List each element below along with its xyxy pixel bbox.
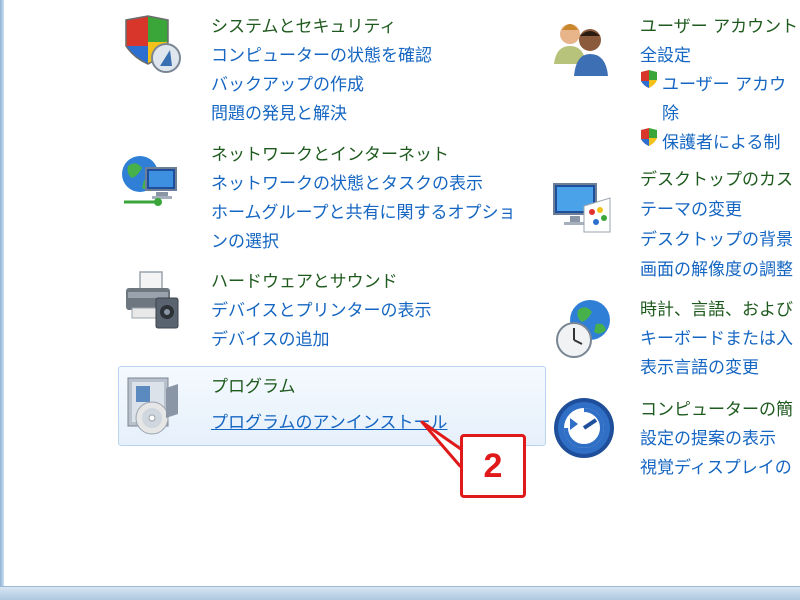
link-all-settings[interactable]: 全設定: [640, 41, 691, 66]
category-title-programs[interactable]: プログラム: [211, 372, 296, 397]
category-title-system-security[interactable]: システムとセキュリティ: [211, 12, 396, 37]
category-title-clock-language[interactable]: 時計、言語、および: [640, 295, 793, 320]
link-homegroup-sharing-options[interactable]: ホームグループと共有に関するオプショ: [211, 198, 515, 223]
link-parental-controls[interactable]: 保護者による制: [662, 128, 781, 153]
programs-disc-icon[interactable]: [122, 374, 186, 438]
category-title-hardware-sound[interactable]: ハードウェアとサウンド: [211, 267, 398, 292]
link-homegroup-sharing-options-cont[interactable]: ンの選択: [211, 227, 279, 252]
link-check-computer-status[interactable]: コンピューターの状態を確認: [211, 41, 432, 66]
window-bottom-border: [0, 586, 800, 600]
uac-shield-icon: [640, 128, 658, 148]
link-screen-resolution[interactable]: 画面の解像度の調整: [640, 255, 793, 280]
category-title-desktop-customization[interactable]: デスクトップのカス: [640, 165, 793, 190]
link-visual-display[interactable]: 視覚ディスプレイの: [640, 453, 792, 478]
link-user-account-change[interactable]: ユーザー アカウ: [662, 70, 786, 95]
control-panel-window: システムとセキュリティ コンピューターの状態を確認 バックアップの作成 問題の発…: [0, 0, 800, 600]
link-desktop-background[interactable]: デスクトップの背景: [640, 225, 793, 250]
ease-of-access-icon[interactable]: [552, 396, 616, 460]
printer-speaker-icon[interactable]: [118, 268, 182, 332]
link-display-language[interactable]: 表示言語の変更: [640, 353, 759, 378]
shield-icon[interactable]: [118, 14, 182, 78]
link-add-device[interactable]: デバイスの追加: [211, 325, 330, 350]
step-callout: 2: [460, 434, 526, 498]
link-devices-printers[interactable]: デバイスとプリンターの表示: [211, 296, 432, 321]
link-user-account-change-cont[interactable]: 除: [662, 99, 679, 124]
link-create-backup[interactable]: バックアップの作成: [211, 70, 364, 95]
link-uninstall-program[interactable]: プログラムのアンインストール: [211, 408, 447, 433]
network-globe-icon[interactable]: [118, 150, 182, 214]
uac-shield-icon: [640, 70, 658, 90]
category-title-user-accounts[interactable]: ユーザー アカウント: [640, 12, 798, 37]
category-title-network-internet[interactable]: ネットワークとインターネット: [211, 140, 449, 165]
category-title-ease-of-access[interactable]: コンピューターの簡: [640, 395, 793, 420]
desktop-paint-icon[interactable]: [550, 176, 614, 240]
link-network-status-tasks[interactable]: ネットワークの状態とタスクの表示: [211, 169, 483, 194]
link-suggested-settings[interactable]: 設定の提案の表示: [640, 424, 776, 449]
step-number: 2: [483, 447, 503, 485]
clock-globe-icon[interactable]: [552, 296, 616, 360]
window-left-border: [0, 0, 4, 600]
link-keyboard-input[interactable]: キーボードまたは入: [640, 324, 793, 349]
link-change-theme[interactable]: テーマの変更: [640, 195, 742, 220]
link-find-fix-problems[interactable]: 問題の発見と解決: [211, 99, 347, 124]
users-icon[interactable]: [548, 14, 612, 78]
